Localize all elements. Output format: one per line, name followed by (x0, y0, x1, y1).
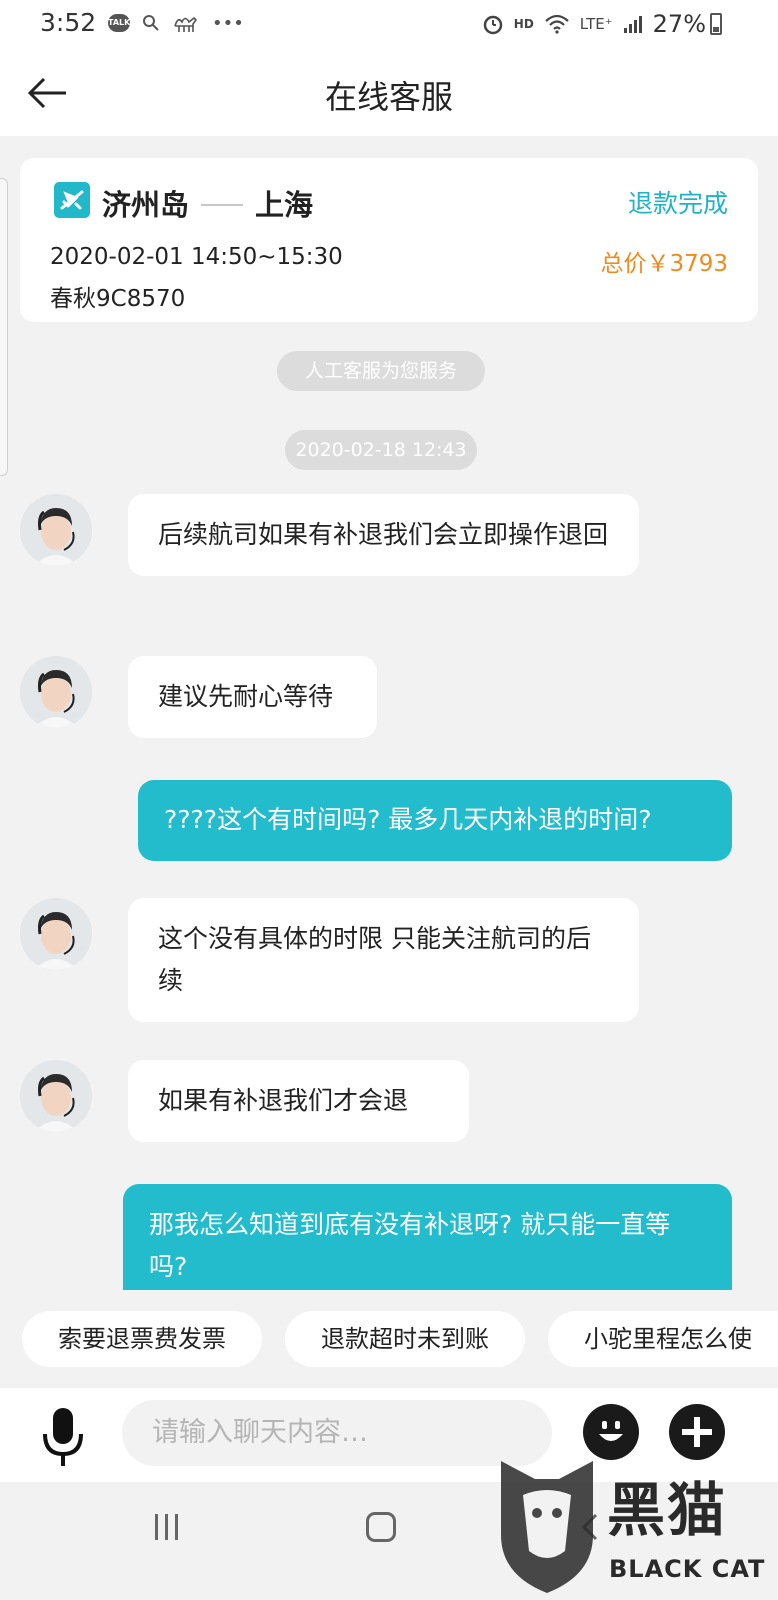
flight-route: 济州岛 上海 (102, 182, 313, 224)
emoji-icon[interactable] (583, 1404, 639, 1460)
page-title: 在线客服 (324, 78, 453, 116)
battery-icon (710, 13, 722, 35)
black-cat-watermark: 黑猫 BLACK CAT (495, 1455, 775, 1600)
service-notice: 人工客服为您服务 (277, 351, 485, 391)
watermark-cn: 黑猫 (607, 1476, 728, 1544)
battery-percent: 27% (652, 10, 706, 38)
app-header: 在线客服 (0, 50, 778, 136)
side-drawer-handle[interactable] (0, 178, 8, 476)
lte-icon: LTE⁺ (579, 15, 613, 33)
user-message: 那我怎么知道到底有没有补退呀? 就只能一直等吗? (123, 1184, 732, 1290)
route-arrow (201, 204, 244, 206)
flight-time: 2020-02-01 14:50~15:30 (50, 244, 343, 270)
quick-reply-invoice[interactable]: 索要退票费发票 (22, 1311, 262, 1367)
agent-avatar (20, 656, 92, 728)
flight-icon (54, 182, 90, 218)
agent-avatar (20, 1060, 92, 1132)
more-notifications-icon: ••• (212, 12, 244, 34)
status-time: 3:52 (40, 8, 97, 37)
signal-icon (623, 16, 642, 33)
departure-city: 济州岛 (102, 188, 190, 222)
recent-apps-icon[interactable] (152, 1512, 182, 1542)
add-icon[interactable] (669, 1404, 725, 1460)
wifi-icon (545, 14, 569, 34)
camel-notification-icon (174, 16, 198, 32)
hd-voice-icon: HD (513, 17, 534, 31)
talk-notification-icon: TALK (108, 14, 130, 32)
quick-reply-refund-delay[interactable]: 退款超时未到账 (285, 1311, 525, 1367)
flight-number: 春秋9C8570 (50, 286, 186, 312)
agent-avatar (20, 494, 92, 566)
agent-message: 如果有补退我们才会退 (128, 1060, 469, 1142)
user-message: ????这个有时间吗? 最多几天内补退的时间? (138, 780, 732, 861)
agent-message: 后续航司如果有补退我们会立即操作退回 (128, 494, 639, 576)
total-price: 总价￥3793 (600, 251, 728, 277)
agent-avatar (20, 898, 92, 970)
microphone-icon[interactable] (42, 1406, 84, 1468)
flight-order-card[interactable]: 济州岛 上海 退款完成 2020-02-01 14:50~15:30 春秋9C8… (20, 158, 758, 322)
agent-message: 建议先耐心等待 (128, 656, 377, 738)
home-icon[interactable] (366, 1512, 396, 1542)
arrival-city: 上海 (255, 188, 314, 222)
refund-status: 退款完成 (627, 189, 728, 218)
alarm-icon (483, 15, 503, 35)
status-bar: 3:52 TALK ••• HD LTE⁺ 27% (0, 0, 778, 50)
agent-message: 这个没有具体的时限 只能关注航司的后续 (128, 898, 639, 1022)
chat-input[interactable]: 请输入聊天内容… (122, 1400, 552, 1466)
search-notification-icon (143, 15, 159, 31)
chat-timestamp: 2020-02-18 12:43 (285, 430, 477, 470)
watermark-en: BLACK CAT (609, 1555, 766, 1583)
quick-reply-mileage[interactable]: 小驼里程怎么使 (548, 1311, 778, 1367)
cat-shield-logo (501, 1461, 593, 1593)
